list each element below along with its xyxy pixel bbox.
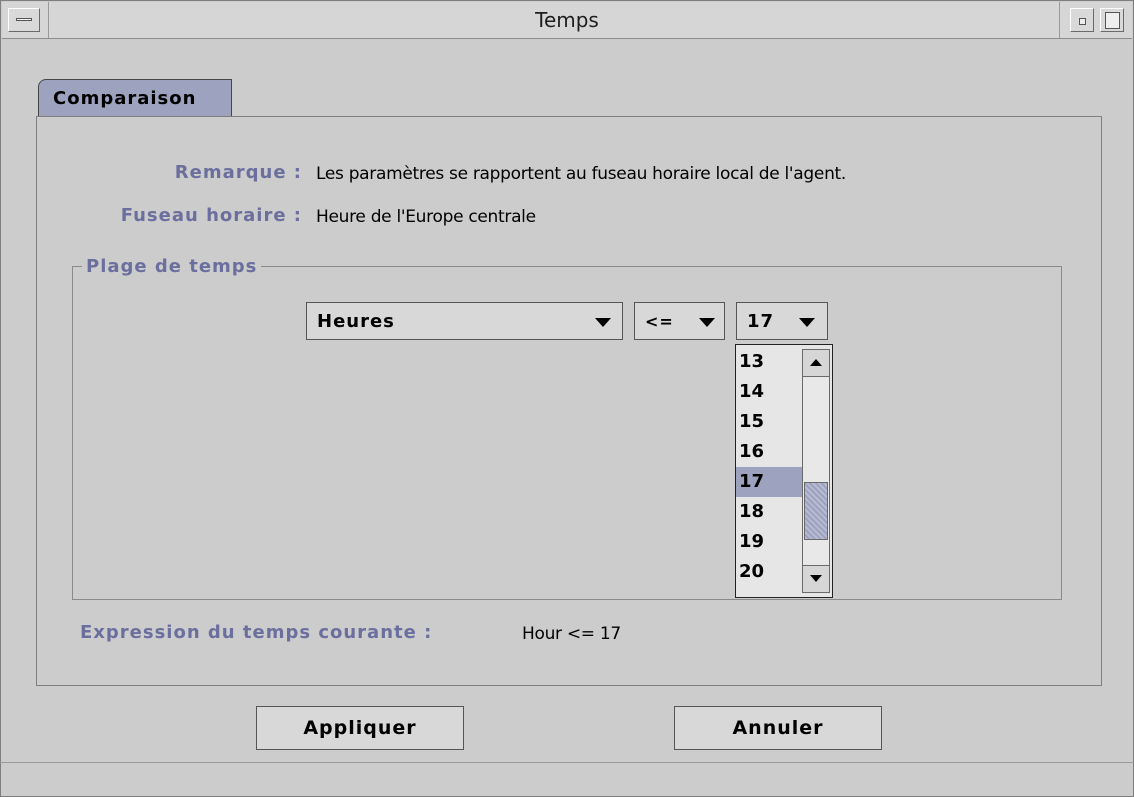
list-item[interactable]: 13 (736, 347, 805, 377)
scrollbar-thumb[interactable] (804, 482, 828, 540)
value-select-value: 17 (747, 311, 775, 332)
arrow-down-icon (810, 575, 822, 582)
list-item[interactable]: 18 (736, 497, 805, 527)
timezone-label: Fuseau horaire : (120, 205, 302, 226)
arrow-up-icon (810, 359, 822, 366)
title-separator (1059, 2, 1060, 38)
tab-comparaison[interactable]: Comparaison (38, 79, 232, 117)
operator-select[interactable]: <= (634, 302, 725, 340)
expression-label: Expression du temps courante : (80, 622, 433, 643)
scroll-up-button[interactable] (803, 350, 829, 377)
value-dropdown-list[interactable]: 13 14 15 16 17 18 19 20 (735, 344, 833, 598)
chevron-down-icon (799, 318, 815, 327)
window-bottom-divider (0, 762, 1134, 763)
maximize-icon (1105, 12, 1120, 29)
maximize-button[interactable] (1100, 8, 1124, 32)
minimize-icon (1079, 18, 1086, 25)
apply-button[interactable]: Appliquer (256, 706, 464, 750)
minimize-button[interactable] (1070, 8, 1094, 32)
dropdown-scrollbar[interactable] (802, 349, 830, 593)
time-range-group-title: Plage de temps (82, 256, 262, 277)
list-item[interactable]: 20 (736, 557, 805, 587)
list-item[interactable]: 19 (736, 527, 805, 557)
window-title: Temps (535, 8, 599, 32)
note-label: Remarque : (174, 162, 302, 183)
tab-label: Comparaison (53, 88, 197, 109)
chevron-down-icon (699, 318, 715, 327)
expression-value: Hour <= 17 (522, 624, 621, 644)
unit-select-value: Heures (317, 311, 395, 332)
list-item[interactable]: 14 (736, 377, 805, 407)
unit-select[interactable]: Heures (306, 302, 623, 340)
timezone-value: Heure de l'Europe centrale (316, 207, 536, 227)
value-select[interactable]: 17 (736, 302, 828, 340)
list-item[interactable]: 15 (736, 407, 805, 437)
list-item[interactable]: 16 (736, 437, 805, 467)
cancel-button[interactable]: Annuler (674, 706, 882, 750)
note-value: Les paramètres se rapportent au fuseau h… (316, 164, 847, 184)
scroll-down-button[interactable] (803, 565, 829, 592)
list-item-selected[interactable]: 17 (736, 467, 805, 497)
operator-select-value: <= (645, 312, 674, 331)
chevron-down-icon (595, 318, 611, 327)
title-bar[interactable]: Temps (2, 2, 1132, 39)
